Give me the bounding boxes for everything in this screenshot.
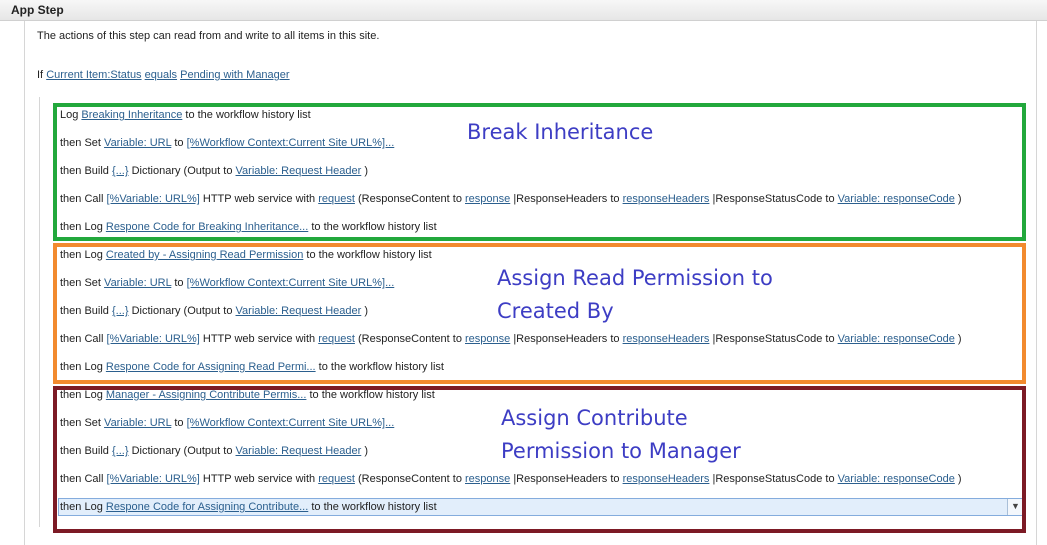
condition-operator-link[interactable]: equals — [145, 69, 177, 81]
condition-field-link[interactable]: Current Item:Status — [46, 69, 141, 81]
condition-block-rule — [39, 97, 40, 527]
app-step-header: App Step — [0, 0, 1047, 21]
condition-value-link[interactable]: Pending with Manager — [180, 69, 289, 81]
if-keyword: If — [37, 69, 44, 81]
step-left-rule — [24, 21, 25, 545]
annotation-break-inheritance: Break Inheritance — [467, 120, 653, 144]
annotation-assign-read: Assign Read Permission to Created By — [497, 262, 773, 328]
step-title: App Step — [11, 3, 64, 17]
step-description: The actions of this step can read from a… — [37, 30, 380, 42]
if-condition: If Current Item:Status equals Pending wi… — [37, 69, 290, 81]
annotation-line: Assign Read Permission to — [497, 266, 773, 290]
annotation-assign-contribute: Assign Contribute Permission to Manager — [501, 402, 741, 468]
step-right-rule — [1036, 21, 1037, 545]
annotation-line: Permission to Manager — [501, 439, 741, 463]
annotation-line: Created By — [497, 299, 614, 323]
annotation-line: Assign Contribute — [501, 406, 688, 430]
annotation-line: Break Inheritance — [467, 120, 654, 144]
